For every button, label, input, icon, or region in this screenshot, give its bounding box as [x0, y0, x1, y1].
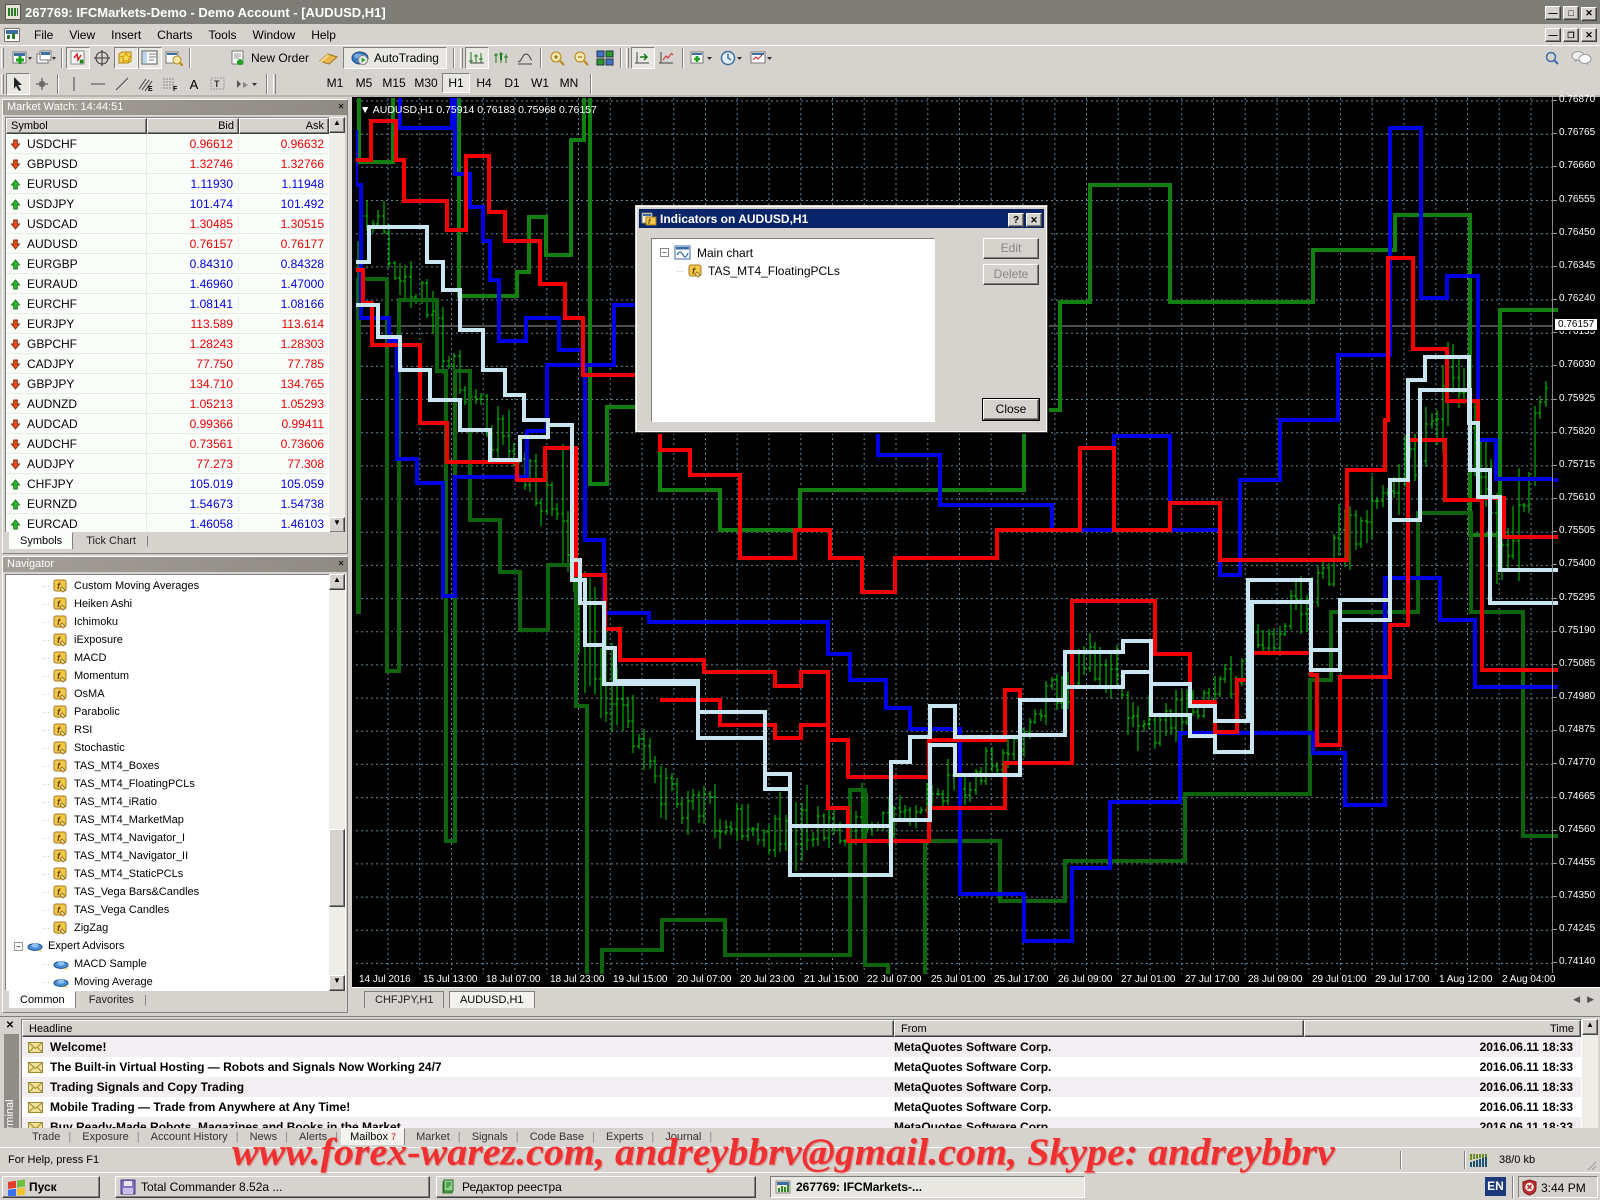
svg-text:F: F: [173, 86, 178, 92]
svg-text:E: E: [148, 86, 153, 92]
svg-text:T: T: [214, 79, 220, 89]
